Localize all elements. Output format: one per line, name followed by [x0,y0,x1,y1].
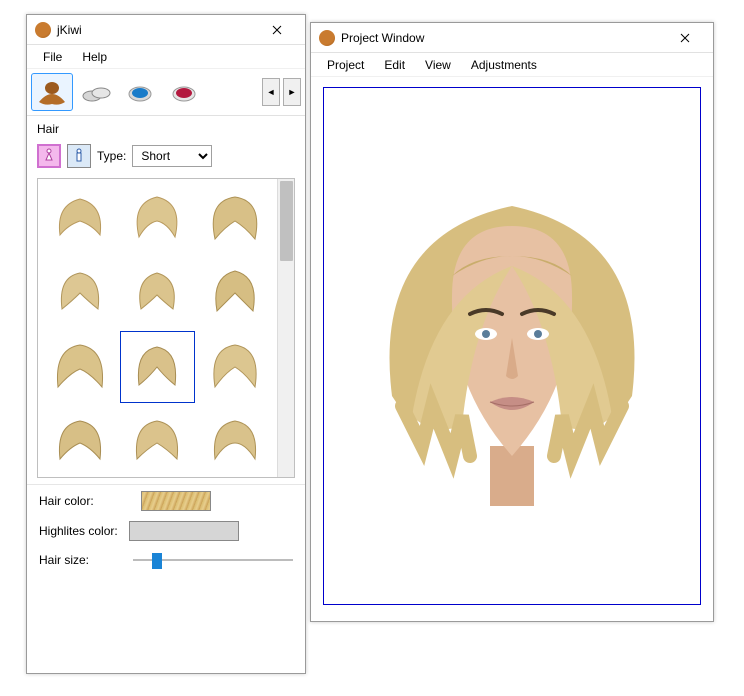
hair-style-2[interactable] [120,183,196,255]
eyeshadow-icon [123,78,157,106]
titlebar: Project Window [311,23,713,53]
menu-edit[interactable]: Edit [376,56,413,74]
gallery-scrollbar[interactable] [277,179,294,477]
close-button[interactable] [665,24,705,52]
hair-style-8[interactable] [120,331,196,403]
model-preview [352,166,672,526]
highlights-label: Highlites color: [39,524,129,538]
hair-style-9[interactable] [197,331,273,403]
toolbar-next[interactable]: ► [283,78,301,106]
scroll-thumb[interactable] [280,181,293,261]
female-icon [43,148,55,164]
hair-style-3[interactable] [197,183,273,255]
hair-style-1[interactable] [42,183,118,255]
preview-canvas[interactable] [323,87,701,605]
titlebar: jKiwi [27,15,305,45]
menubar: Project Edit View Adjustments [311,53,713,77]
compact-icon [79,78,113,106]
hair-style-6[interactable] [197,257,273,329]
tab-hair[interactable] [31,73,73,111]
hair-style-5[interactable] [120,257,196,329]
project-window: Project Window Project Edit View Adjustm… [310,22,714,622]
gender-male-button[interactable] [67,144,91,168]
hair-properties: Hair color: Highlites color: Hair size: [27,484,305,575]
hair-style-4[interactable] [42,257,118,329]
tab-eyeshadow[interactable] [119,73,161,111]
type-label: Type: [97,149,126,163]
hair-type-select[interactable]: Short [132,145,212,167]
jkiwi-window: jKiwi File Help [26,14,306,674]
app-icon [35,22,51,38]
male-icon [73,148,85,164]
highlights-color-swatch[interactable] [129,521,239,541]
toolbar-prev[interactable]: ◄ [262,78,280,106]
lipstick-icon [167,78,201,106]
hair-style-12[interactable] [197,405,273,477]
section-title: Hair [27,116,305,138]
close-button[interactable] [257,16,297,44]
slider-thumb[interactable] [152,553,162,569]
hair-size-label: Hair size: [39,553,123,567]
menubar: File Help [27,45,305,69]
hair-color-swatch[interactable] [141,491,211,511]
menu-project[interactable]: Project [319,56,372,74]
hair-color-label: Hair color: [39,494,129,508]
tab-accessories[interactable] [75,73,117,111]
hair-size-slider[interactable] [133,551,293,569]
gender-female-button[interactable] [37,144,61,168]
category-toolbar: ◄ ► [27,69,305,116]
hair-bun-icon [35,78,69,106]
menu-help[interactable]: Help [74,48,115,66]
hair-gallery [37,178,295,478]
menu-adjustments[interactable]: Adjustments [463,56,545,74]
hair-style-11[interactable] [120,405,196,477]
menu-view[interactable]: View [417,56,459,74]
gender-type-row: Type: Short [27,138,305,174]
tab-lipstick[interactable] [163,73,205,111]
window-title: Project Window [341,31,665,45]
hair-style-10[interactable] [42,405,118,477]
menu-file[interactable]: File [35,48,70,66]
window-title: jKiwi [57,23,257,37]
app-icon [319,30,335,46]
hair-style-7[interactable] [42,331,118,403]
